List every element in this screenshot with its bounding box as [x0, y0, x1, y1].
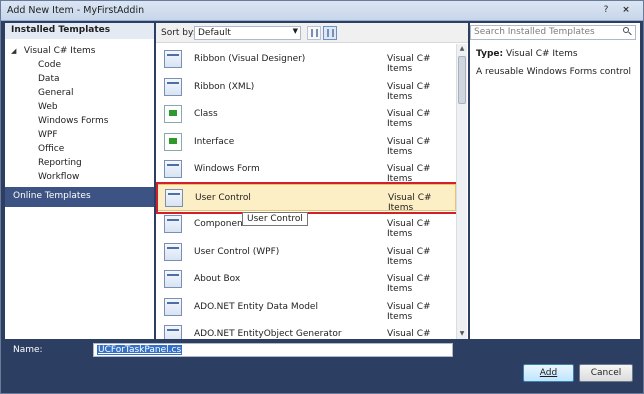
type-value: Visual C# Items — [505, 49, 578, 59]
tree-item-general[interactable]: General — [38, 86, 73, 100]
template-row[interactable]: Ribbon (XML) Visual C# Items — [156, 74, 456, 102]
template-type-line: Type: Visual C# Items — [476, 49, 578, 59]
template-type: Visual C# Items — [388, 192, 432, 213]
windows-form-icon — [164, 160, 182, 178]
window-title: Add New Item - MyFirstAddin — [7, 5, 145, 16]
tree-root-label: Visual C# Items — [23, 46, 96, 56]
list-scrollbar[interactable]: ▲ ▼ — [456, 44, 467, 339]
tree-item-office[interactable]: Office — [38, 142, 64, 156]
name-input[interactable]: UCForTaskPanel.cs — [93, 343, 453, 357]
template-description: A reusable Windows Forms control — [476, 67, 632, 77]
user-control-icon — [165, 188, 183, 207]
wpf-user-control-icon — [164, 242, 182, 261]
template-name: Ribbon (Visual Designer) — [194, 54, 306, 64]
template-name: About Box — [194, 274, 241, 284]
template-type: Visual C# Items — [387, 246, 431, 267]
add-button[interactable]: Add — [523, 364, 574, 382]
interface-file-icon — [164, 132, 182, 151]
template-name: ADO.NET Entity Data Model — [194, 301, 318, 312]
template-row[interactable]: Ribbon (Visual Designer) Visual C# Items — [156, 46, 456, 74]
tree-item-reporting[interactable]: Reporting — [38, 156, 82, 170]
template-list: Ribbon (Visual Designer) Visual C# Items R… — [156, 44, 456, 339]
template-name: Ribbon (XML) — [194, 81, 255, 92]
tree-item-wpf[interactable]: WPF — [38, 128, 58, 142]
template-type: Visual C# Items — [387, 164, 431, 184]
template-row[interactable]: About Box Visual C# Items — [156, 266, 456, 294]
template-type: Visual C# Items — [387, 54, 431, 74]
tree-item-web[interactable]: Web — [38, 100, 58, 114]
template-row[interactable]: ADO.NET EntityObject Generator Visual C# … — [156, 321, 456, 339]
scroll-up-arrow-icon[interactable]: ▲ — [457, 44, 467, 54]
name-label: Name: — [13, 345, 43, 355]
template-type: Visual C# Items — [387, 81, 431, 102]
template-name: Windows Form — [194, 164, 260, 174]
about-box-icon — [164, 270, 182, 288]
template-list-panel: Sort by: Default ▼ Ribbon (Visual Design… — [156, 23, 468, 339]
template-row[interactable]: ADO.NET Entity Data Model Visual C# Items — [156, 294, 456, 322]
collapse-arrow-icon[interactable]: ◢ — [11, 44, 21, 58]
title-bar: Add New Item - MyFirstAddin ? × — [1, 1, 643, 21]
template-type: Visual C# Items — [387, 274, 431, 294]
search-templates-input[interactable]: Search Installed Templates — [470, 25, 636, 40]
ribbon-xml-icon — [164, 77, 182, 96]
tree-item-windows-forms[interactable]: Windows Forms — [38, 114, 108, 128]
details-panel: Search Installed Templates Type: Visual … — [470, 23, 640, 339]
name-input-value: UCForTaskPanel.cs — [97, 345, 183, 355]
template-row[interactable]: Interface Visual C# Items — [156, 129, 456, 157]
tree-item-code[interactable]: Code — [38, 58, 61, 72]
template-row[interactable]: Class Visual C# Items — [156, 101, 456, 129]
ribbon-icon — [164, 50, 182, 68]
template-name: Interface — [194, 136, 235, 147]
sort-by-value: Default — [198, 28, 231, 38]
template-type: Visual C# Items — [387, 219, 431, 239]
template-name: User Control — [195, 192, 251, 203]
entity-generator-icon — [164, 325, 182, 339]
template-name: Component — [194, 219, 247, 229]
detail-view-toggle-icon[interactable] — [323, 26, 337, 40]
scroll-thumb[interactable] — [458, 56, 466, 104]
sort-toolbar: Sort by: Default ▼ — [156, 23, 468, 43]
class-file-icon — [164, 105, 182, 123]
search-icon[interactable] — [623, 27, 632, 36]
close-button[interactable]: × — [617, 3, 635, 17]
tree-item-workflow[interactable]: Workflow — [38, 170, 79, 184]
template-name: Class — [194, 109, 218, 119]
dropdown-arrow-icon: ▼ — [292, 27, 298, 35]
template-name: ADO.NET EntityObject Generator — [194, 329, 342, 339]
scroll-down-arrow-icon[interactable]: ▼ — [457, 329, 467, 339]
item-tooltip: User Control — [242, 212, 308, 226]
tree-item-data[interactable]: Data — [38, 72, 60, 86]
online-templates-item[interactable]: Online Templates — [5, 187, 154, 207]
template-sidebar: Installed Templates ◢ Visual C# Items Co… — [5, 23, 154, 339]
sort-by-label: Sort by: — [161, 28, 196, 38]
installed-templates-header[interactable]: Installed Templates — [5, 23, 154, 39]
template-type: Visual C# Items — [387, 301, 431, 322]
template-row[interactable]: User Control Visual C# Items — [156, 183, 456, 213]
entity-model-icon — [164, 297, 182, 316]
template-name: User Control (WPF) — [194, 246, 280, 257]
tree-root-visual-csharp[interactable]: ◢ Visual C# Items — [11, 44, 95, 58]
add-button-label: Add — [539, 368, 558, 378]
type-label: Type: — [476, 49, 504, 59]
search-placeholder: Search Installed Templates — [474, 27, 595, 37]
cancel-button[interactable]: Cancel — [579, 364, 633, 382]
template-type: Visual C# Items — [387, 329, 431, 339]
sort-by-dropdown[interactable]: Default ▼ — [194, 26, 301, 40]
template-row[interactable]: User Control (WPF) Visual C# Items — [156, 239, 456, 267]
template-type: Visual C# Items — [387, 109, 431, 129]
help-button[interactable]: ? — [597, 3, 615, 17]
list-view-toggle-icon[interactable] — [307, 26, 321, 40]
add-new-item-dialog: Add New Item - MyFirstAddin ? × Installe… — [0, 0, 644, 394]
component-icon — [164, 215, 182, 233]
template-row[interactable]: Windows Form Visual C# Items — [156, 156, 456, 184]
template-type: Visual C# Items — [387, 136, 431, 157]
